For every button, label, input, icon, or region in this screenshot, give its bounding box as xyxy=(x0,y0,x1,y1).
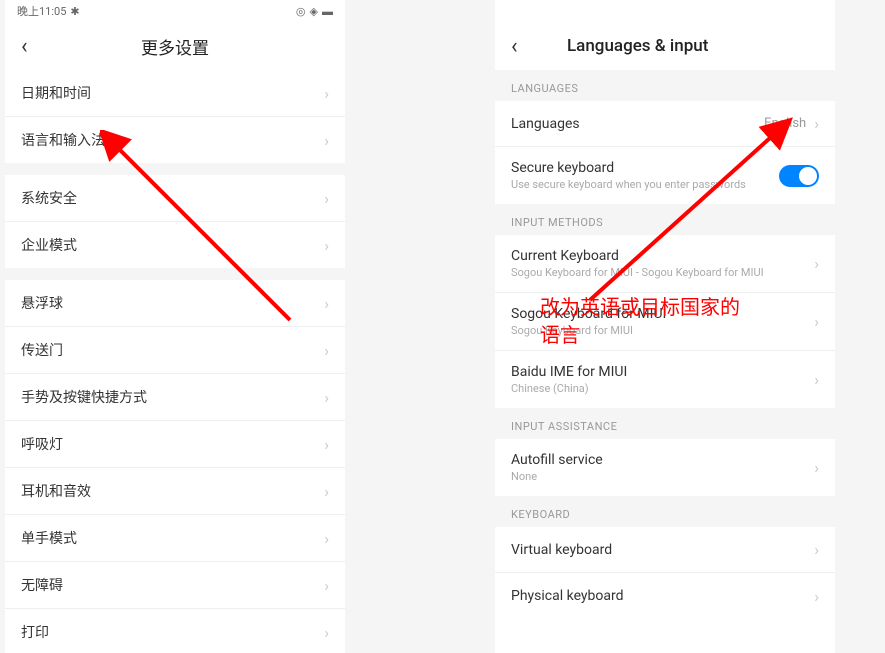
list-item-print[interactable]: 打印 › xyxy=(5,609,345,653)
spacer xyxy=(5,163,345,175)
status-time: 晚上11:05 xyxy=(17,3,66,19)
chevron-right-icon: › xyxy=(814,587,819,606)
item-label: 语言和输入法 xyxy=(21,130,324,150)
wifi-icon: ◈ xyxy=(310,5,318,18)
list-item-current-keyboard[interactable]: Current Keyboard Sogou Keyboard for MIUI… xyxy=(495,235,835,293)
header: ‹ Languages & input xyxy=(495,22,835,70)
chevron-right-icon: › xyxy=(324,131,329,150)
section-keyboard: KEYBOARD xyxy=(495,496,835,527)
chevron-right-icon: › xyxy=(814,370,819,389)
chevron-right-icon: › xyxy=(324,84,329,103)
section-input-assistance: INPUT ASSISTANCE xyxy=(495,408,835,439)
status-bar-placeholder xyxy=(495,0,835,22)
item-label: 打印 xyxy=(21,622,324,642)
item-label: 耳机和音效 xyxy=(21,481,324,501)
chevron-right-icon: › xyxy=(814,458,819,477)
chevron-right-icon: › xyxy=(814,540,819,559)
keyboard-list: Virtual keyboard › Physical keyboard › xyxy=(495,527,835,619)
languages-list: Languages English › Secure keyboard Use … xyxy=(495,101,835,204)
list-item-autofill[interactable]: Autofill service None › xyxy=(495,439,835,496)
item-label: Virtual keyboard xyxy=(511,542,814,558)
list-item-physical-keyboard[interactable]: Physical keyboard › xyxy=(495,573,835,619)
section-input-methods: INPUT METHODS xyxy=(495,204,835,235)
item-subtitle: Use secure keyboard when you enter passw… xyxy=(511,178,779,191)
chevron-right-icon: › xyxy=(324,482,329,501)
item-label: 手势及按键快捷方式 xyxy=(21,387,324,407)
item-label: 单手模式 xyxy=(21,528,324,548)
item-label: 传送门 xyxy=(21,340,324,360)
settings-list: 日期和时间 › 语言和输入法 › xyxy=(5,70,345,163)
settings-list: 悬浮球 › 传送门 › 手势及按键快捷方式 › 呼吸灯 › 耳机和音效 › 单手… xyxy=(5,280,345,653)
item-label: Languages xyxy=(511,116,764,132)
item-label: 日期和时间 xyxy=(21,83,324,103)
back-button[interactable]: ‹ xyxy=(511,34,535,59)
right-phone-languages: ‹ Languages & input LANGUAGES Languages … xyxy=(495,0,835,653)
item-value: English xyxy=(764,116,806,131)
list-item-secure-keyboard[interactable]: Secure keyboard Use secure keyboard when… xyxy=(495,147,835,204)
chevron-right-icon: › xyxy=(324,576,329,595)
list-item-floating-ball[interactable]: 悬浮球 › xyxy=(5,280,345,327)
chevron-right-icon: › xyxy=(814,312,819,331)
page-title: Languages & input xyxy=(567,36,708,56)
item-label: Physical keyboard xyxy=(511,588,814,604)
item-label: Autofill service xyxy=(511,452,814,468)
item-label: Secure keyboard xyxy=(511,160,779,176)
chevron-right-icon: › xyxy=(324,236,329,255)
list-item-languages[interactable]: Languages English › xyxy=(495,101,835,147)
section-languages: LANGUAGES xyxy=(495,70,835,101)
item-label: 无障碍 xyxy=(21,575,324,595)
item-subtitle: Chinese (China) xyxy=(511,382,814,395)
chevron-right-icon: › xyxy=(324,341,329,360)
item-label: 呼吸灯 xyxy=(21,434,324,454)
input-assistance-list: Autofill service None › xyxy=(495,439,835,496)
list-item-accessibility[interactable]: 无障碍 › xyxy=(5,562,345,609)
chevron-right-icon: › xyxy=(324,388,329,407)
chevron-right-icon: › xyxy=(324,529,329,548)
list-item-language-input[interactable]: 语言和输入法 › xyxy=(5,117,345,163)
battery-icon: ▬ xyxy=(322,5,333,18)
item-label: 企业模式 xyxy=(21,235,324,255)
toggle-secure-keyboard[interactable] xyxy=(779,165,819,187)
chevron-right-icon: › xyxy=(814,114,819,133)
chevron-right-icon: › xyxy=(324,623,329,642)
list-item-system-security[interactable]: 系统安全 › xyxy=(5,175,345,222)
item-label: 系统安全 xyxy=(21,188,324,208)
list-item-enterprise-mode[interactable]: 企业模式 › xyxy=(5,222,345,268)
list-item-baidu-ime[interactable]: Baidu IME for MIUI Chinese (China) › xyxy=(495,351,835,408)
chevron-right-icon: › xyxy=(324,435,329,454)
header: ‹ 更多设置 xyxy=(5,22,345,70)
bluetooth-icon: ✱ xyxy=(70,5,79,18)
list-item-datetime[interactable]: 日期和时间 › xyxy=(5,70,345,117)
settings-list: 系统安全 › 企业模式 › xyxy=(5,175,345,268)
list-item-portal[interactable]: 传送门 › xyxy=(5,327,345,374)
chevron-right-icon: › xyxy=(814,254,819,273)
input-methods-list: Current Keyboard Sogou Keyboard for MIUI… xyxy=(495,235,835,408)
left-phone-settings: 晚上11:05 ✱ ◎ ◈ ▬ ‹ 更多设置 日期和时间 › 语言和输入法 › … xyxy=(5,0,345,653)
item-subtitle: None xyxy=(511,470,814,483)
chevron-right-icon: › xyxy=(324,294,329,313)
item-subtitle: Sogou Keyboard for MIUI xyxy=(511,324,814,337)
item-label: Sogou Keyboard for MIUI xyxy=(511,306,814,322)
list-item-virtual-keyboard[interactable]: Virtual keyboard › xyxy=(495,527,835,573)
item-label: Current Keyboard xyxy=(511,248,814,264)
list-item-onehand[interactable]: 单手模式 › xyxy=(5,515,345,562)
list-item-gestures[interactable]: 手势及按键快捷方式 › xyxy=(5,374,345,421)
list-item-breathing-light[interactable]: 呼吸灯 › xyxy=(5,421,345,468)
item-label: 悬浮球 xyxy=(21,293,324,313)
back-button[interactable]: ‹ xyxy=(21,34,45,59)
spacer xyxy=(5,268,345,280)
item-label: Baidu IME for MIUI xyxy=(511,364,814,380)
list-item-headphones[interactable]: 耳机和音效 › xyxy=(5,468,345,515)
page-title: 更多设置 xyxy=(141,34,209,59)
chevron-right-icon: › xyxy=(324,189,329,208)
item-subtitle: Sogou Keyboard for MIUI - Sogou Keyboard… xyxy=(511,266,814,279)
camera-icon: ◎ xyxy=(296,5,306,18)
status-bar: 晚上11:05 ✱ ◎ ◈ ▬ xyxy=(5,0,345,22)
list-item-sogou-keyboard[interactable]: Sogou Keyboard for MIUI Sogou Keyboard f… xyxy=(495,293,835,351)
